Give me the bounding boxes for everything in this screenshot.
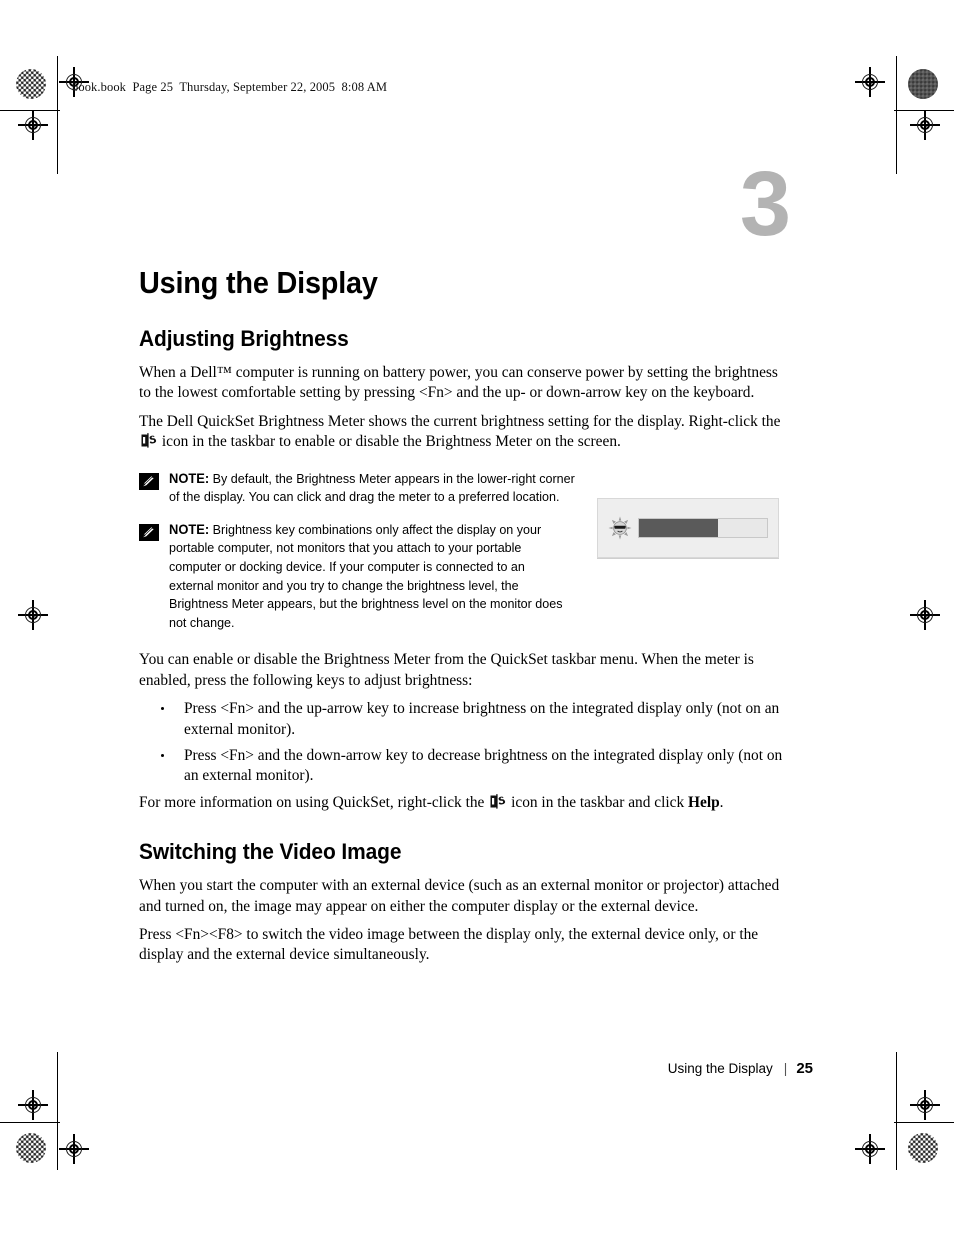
page-footer: Using the Display | 25 bbox=[0, 1060, 954, 1077]
paragraph-text-before-icon: The Dell QuickSet Brightness Meter shows… bbox=[139, 412, 781, 430]
list-item: Press <Fn> and the up-arrow key to incre… bbox=[139, 699, 787, 740]
brightness-key-list: Press <Fn> and the up-arrow key to incre… bbox=[139, 699, 787, 787]
brightness-level-bar[interactable] bbox=[638, 518, 768, 538]
registration-mark-lower-left-inner bbox=[18, 1090, 48, 1120]
section-heading-adjusting-brightness: Adjusting Brightness bbox=[139, 326, 349, 351]
page-title: Using the Display bbox=[139, 265, 378, 300]
registration-mark-bottom-right bbox=[855, 1134, 885, 1164]
trim-line-right-horizontal-bottom bbox=[894, 1122, 954, 1124]
trim-line-left-horizontal-bottom bbox=[0, 1122, 60, 1124]
note-text-1: NOTE: By default, the Brightness Meter a… bbox=[169, 470, 578, 507]
bullet-dot-icon bbox=[161, 707, 165, 711]
footer-separator: | bbox=[783, 1061, 788, 1076]
help-link-text: Help bbox=[688, 793, 720, 811]
density-patch-bottom-right bbox=[908, 1133, 938, 1163]
registration-mark-middle-right bbox=[910, 600, 940, 630]
paragraph-fn-f8: Press <Fn><F8> to switch the video image… bbox=[139, 925, 787, 966]
paragraph-text-end: . bbox=[719, 793, 724, 811]
trim-line-left-horizontal-top bbox=[0, 110, 60, 112]
print-header: book.book Page 25 Thursday, September 22… bbox=[72, 80, 388, 94]
brightness-meter-figure bbox=[597, 498, 779, 558]
paragraph-enable-disable-meter: You can enable or disable the Brightness… bbox=[139, 650, 787, 691]
paragraph-text-after-icon: icon in the taskbar to enable or disable… bbox=[158, 433, 621, 451]
paragraph-quickset-meter: The Dell QuickSet Brightness Meter shows… bbox=[139, 412, 787, 453]
note-pencil-icon bbox=[139, 523, 159, 541]
density-patch-bottom-left bbox=[16, 1133, 46, 1163]
registration-mark-middle-left bbox=[18, 600, 48, 630]
registration-mark-upper-left-inner bbox=[18, 110, 48, 140]
brightness-level-fill bbox=[639, 519, 719, 537]
note-label: NOTE: bbox=[169, 521, 210, 537]
paragraph-text: When a Dell™ computer is running on batt… bbox=[139, 364, 778, 402]
paragraph-more-information: For more information on using QuickSet, … bbox=[139, 792, 787, 813]
paragraph-text-mid: icon in the taskbar and click bbox=[507, 793, 689, 811]
trim-line-left-vertical bbox=[57, 56, 59, 174]
trim-line-right-vertical bbox=[896, 56, 898, 174]
density-patch-top-left bbox=[16, 69, 46, 99]
list-item-text: Press <Fn> and the down-arrow key to dec… bbox=[184, 747, 783, 785]
quickset-icon bbox=[489, 792, 507, 810]
paragraph-external-device: When you start the computer with an exte… bbox=[139, 876, 787, 917]
document-page: book.book Page 25 Thursday, September 22… bbox=[0, 0, 954, 1235]
footer-page-number: 25 bbox=[796, 1060, 813, 1077]
registration-mark-lower-right-inner bbox=[910, 1090, 940, 1120]
paragraph-battery-brightness: When a Dell™ computer is running on batt… bbox=[139, 363, 787, 404]
section-heading-switching-video-image: Switching the Video Image bbox=[139, 839, 402, 865]
paragraph-text: When you start the computer with an exte… bbox=[139, 877, 780, 915]
density-patch-top-right bbox=[908, 69, 938, 99]
list-item: Press <Fn> and the down-arrow key to dec… bbox=[139, 746, 787, 787]
footer-running-title: Using the Display bbox=[667, 1061, 773, 1076]
paragraph-text: Press <Fn><F8> to switch the video image… bbox=[139, 926, 759, 964]
quickset-icon bbox=[140, 432, 157, 450]
note-body: By default, the Brightness Meter appears… bbox=[169, 470, 575, 505]
note-label: NOTE: bbox=[169, 470, 210, 486]
paragraph-text-before-icon: For more information on using QuickSet, … bbox=[139, 793, 489, 811]
sun-brightness-icon bbox=[608, 516, 632, 540]
bullet-dot-icon bbox=[161, 754, 165, 758]
note-body: Brightness key combinations only affect … bbox=[169, 521, 563, 630]
registration-mark-upper-right-inner bbox=[910, 110, 940, 140]
paragraph-text: You can enable or disable the Brightness… bbox=[139, 651, 754, 689]
registration-mark-bottom-left bbox=[59, 1134, 89, 1164]
content-column: Using the Display Adjusting Brightness W… bbox=[139, 160, 787, 974]
trim-line-right-horizontal-top bbox=[894, 110, 954, 112]
list-item-text: Press <Fn> and the up-arrow key to incre… bbox=[184, 700, 780, 738]
registration-mark-top-right bbox=[855, 67, 885, 97]
note-pencil-icon bbox=[139, 472, 159, 490]
